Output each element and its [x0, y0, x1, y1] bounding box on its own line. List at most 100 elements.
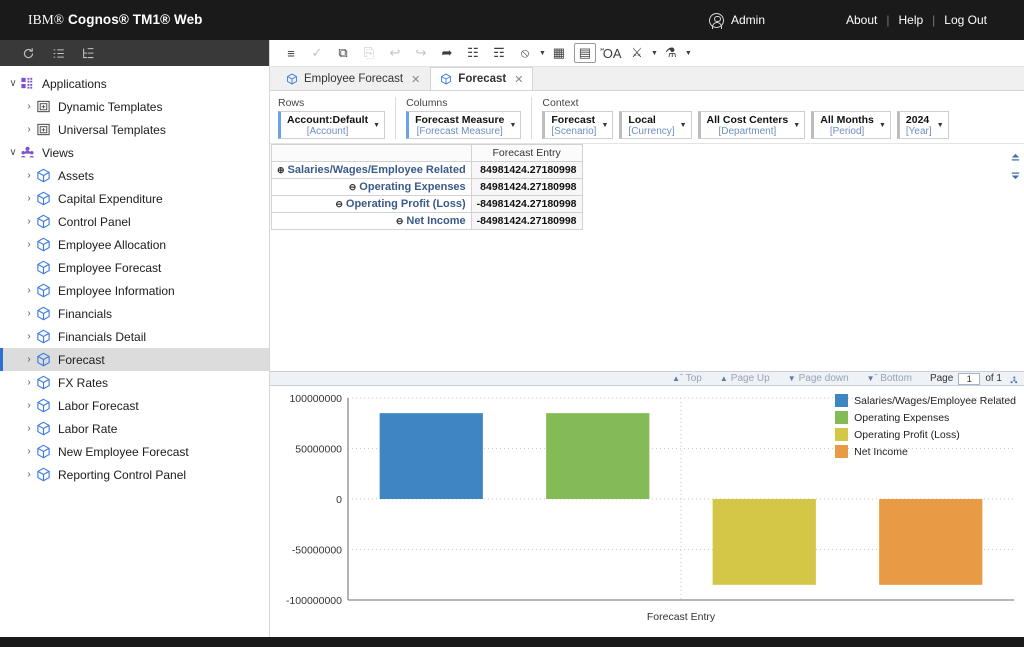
- grid-row-header[interactable]: ⊖Net Income: [272, 213, 472, 230]
- tree-item-new-employee-forecast[interactable]: ›New Employee Forecast: [0, 440, 269, 463]
- grid-column-header[interactable]: Forecast Entry: [471, 145, 582, 162]
- resize-grip-icon[interactable]: [1007, 373, 1018, 384]
- grid-cell-value[interactable]: 84981424.27180998: [471, 179, 582, 196]
- dimension-chip-all-months[interactable]: All Months[Period]▼: [811, 111, 891, 139]
- pager-page-up-button[interactable]: ▲ Page Up: [720, 373, 770, 384]
- chevron-down-icon[interactable]: ∨: [6, 147, 20, 158]
- tree-item-labor-rate[interactable]: ›Labor Rate: [0, 417, 269, 440]
- chevron-right-icon[interactable]: ›: [22, 285, 36, 296]
- dimension-chip-local[interactable]: Local[Currency]▼: [619, 111, 691, 139]
- grid-cell-value[interactable]: -84981424.27180998: [471, 196, 582, 213]
- chevron-right-icon[interactable]: ›: [22, 446, 36, 457]
- pager-top-button[interactable]: ▲‾ Top: [672, 373, 702, 384]
- chart-bar[interactable]: [380, 413, 483, 499]
- legend-item[interactable]: Net Income: [835, 443, 1016, 460]
- chevron-down-icon[interactable]: ▼: [373, 122, 380, 129]
- chart-type-icon[interactable]: ⚔: [624, 42, 650, 64]
- dimension-chip-forecast[interactable]: Forecast[Scenario]▼: [542, 111, 613, 139]
- legend-item[interactable]: Salaries/Wages/Employee Related: [835, 392, 1016, 409]
- view-tab-employee-forecast[interactable]: Employee Forecast✕: [276, 67, 430, 90]
- chevron-right-icon[interactable]: ›: [22, 331, 36, 342]
- tree-item-fx-rates[interactable]: ›FX Rates: [0, 371, 269, 394]
- suppress-zeros-icon-caret[interactable]: ▼: [539, 50, 546, 57]
- export-icon[interactable]: ➦: [434, 42, 460, 64]
- grid-cell-value[interactable]: -84981424.27180998: [471, 213, 582, 230]
- grid-row-header[interactable]: ⊖Operating Expenses: [272, 179, 472, 196]
- chevron-right-icon[interactable]: ›: [22, 101, 36, 112]
- chevron-right-icon[interactable]: ›: [22, 239, 36, 250]
- refresh-icon[interactable]: [22, 47, 35, 60]
- pager-page-input[interactable]: 1: [958, 373, 980, 385]
- grid-and-chart-icon[interactable]: ▤: [574, 43, 596, 63]
- chevron-down-icon[interactable]: ▼: [601, 122, 608, 129]
- tree-item-labor-forecast[interactable]: ›Labor Forecast: [0, 394, 269, 417]
- chevron-down-icon[interactable]: ▼: [879, 122, 886, 129]
- legend-item[interactable]: Operating Profit (Loss): [835, 426, 1016, 443]
- chevron-down-icon[interactable]: ∨: [6, 78, 20, 89]
- grid-row-header[interactable]: ⊕Salaries/Wages/Employee Related: [272, 162, 472, 179]
- settings-icon[interactable]: ⚗: [658, 42, 684, 64]
- tree-item-views[interactable]: ∨Views: [0, 141, 269, 164]
- help-link[interactable]: Help: [889, 13, 932, 27]
- copy-icon[interactable]: ⧉: [330, 42, 356, 64]
- chevron-down-icon[interactable]: ▼: [937, 122, 944, 129]
- expand-grid-icon[interactable]: ☷: [460, 42, 486, 64]
- tree-item-financials-detail[interactable]: ›Financials Detail: [0, 325, 269, 348]
- menu-icon[interactable]: ≡: [278, 42, 304, 64]
- dimension-chip-account-default[interactable]: Account:Default[Account]▼: [278, 111, 385, 139]
- chevron-right-icon[interactable]: ›: [22, 308, 36, 319]
- list-view-icon[interactable]: [52, 47, 65, 60]
- view-tab-forecast[interactable]: Forecast✕: [430, 67, 533, 90]
- pager-bottom-button[interactable]: ▼‾ Bottom: [867, 373, 912, 384]
- tree-view-icon[interactable]: [82, 47, 95, 60]
- chevron-down-icon[interactable]: ▼: [793, 122, 800, 129]
- grid-cell-value[interactable]: 84981424.27180998: [471, 162, 582, 179]
- chart-bar[interactable]: [879, 499, 982, 585]
- about-link[interactable]: About: [837, 13, 886, 27]
- chevron-right-icon[interactable]: ›: [22, 124, 36, 135]
- tree-item-applications[interactable]: ∨Applications: [0, 72, 269, 95]
- chevron-right-icon[interactable]: ›: [22, 216, 36, 227]
- chevron-right-icon[interactable]: ›: [22, 469, 36, 480]
- suppress-zeros-icon[interactable]: ⦸: [512, 42, 538, 64]
- chart-only-icon[interactable]: ὌA: [598, 42, 624, 64]
- chevron-right-icon[interactable]: ›: [22, 193, 36, 204]
- legend-item[interactable]: Operating Expenses: [835, 409, 1016, 426]
- tree-item-employee-forecast[interactable]: Employee Forecast: [0, 256, 269, 279]
- grid-row-header[interactable]: ⊖Operating Profit (Loss): [272, 196, 472, 213]
- chevron-right-icon[interactable]: ›: [22, 423, 36, 434]
- chevron-right-icon[interactable]: ›: [22, 170, 36, 181]
- expand-collapse-icon[interactable]: ⊖: [349, 182, 357, 192]
- tree-item-control-panel[interactable]: ›Control Panel: [0, 210, 269, 233]
- tree-item-dynamic-templates[interactable]: ›Dynamic Templates: [0, 95, 269, 118]
- tree-item-assets[interactable]: ›Assets: [0, 164, 269, 187]
- collapse-grid-icon[interactable]: ☶: [486, 42, 512, 64]
- dimension-chip-forecast-measure[interactable]: Forecast Measure[Forecast Measure]▼: [406, 111, 521, 139]
- tree-item-reporting-control-panel[interactable]: ›Reporting Control Panel: [0, 463, 269, 486]
- logout-link[interactable]: Log Out: [935, 13, 996, 27]
- chevron-right-icon[interactable]: ›: [22, 400, 36, 411]
- tree-item-universal-templates[interactable]: ›Universal Templates: [0, 118, 269, 141]
- scroll-bottom-icon[interactable]: [1010, 170, 1021, 181]
- tree-item-employee-allocation[interactable]: ›Employee Allocation: [0, 233, 269, 256]
- expand-collapse-icon[interactable]: ⊖: [335, 199, 343, 209]
- chart-bar[interactable]: [713, 499, 816, 585]
- tree-item-financials[interactable]: ›Financials: [0, 302, 269, 325]
- settings-icon-caret[interactable]: ▼: [685, 50, 692, 57]
- pager-page-down-button[interactable]: ▼ Page down: [788, 373, 849, 384]
- grid-only-icon[interactable]: ▦: [546, 42, 572, 64]
- dimension-chip-all-cost-centers[interactable]: All Cost Centers[Department]▼: [698, 111, 806, 139]
- scroll-top-icon[interactable]: [1010, 152, 1021, 163]
- chart-bar[interactable]: [546, 413, 649, 499]
- chevron-down-icon[interactable]: ▼: [680, 122, 687, 129]
- close-icon[interactable]: ✕: [514, 73, 523, 86]
- user-menu[interactable]: Admin: [709, 13, 765, 28]
- tree-item-forecast[interactable]: ›Forecast: [0, 348, 269, 371]
- chevron-right-icon[interactable]: ›: [22, 377, 36, 388]
- expand-collapse-icon[interactable]: ⊕: [277, 165, 285, 175]
- tree-item-capital-expenditure[interactable]: ›Capital Expenditure: [0, 187, 269, 210]
- close-icon[interactable]: ✕: [411, 73, 420, 86]
- tree-item-employee-information[interactable]: ›Employee Information: [0, 279, 269, 302]
- chevron-right-icon[interactable]: ›: [22, 354, 36, 365]
- chevron-down-icon[interactable]: ▼: [509, 122, 516, 129]
